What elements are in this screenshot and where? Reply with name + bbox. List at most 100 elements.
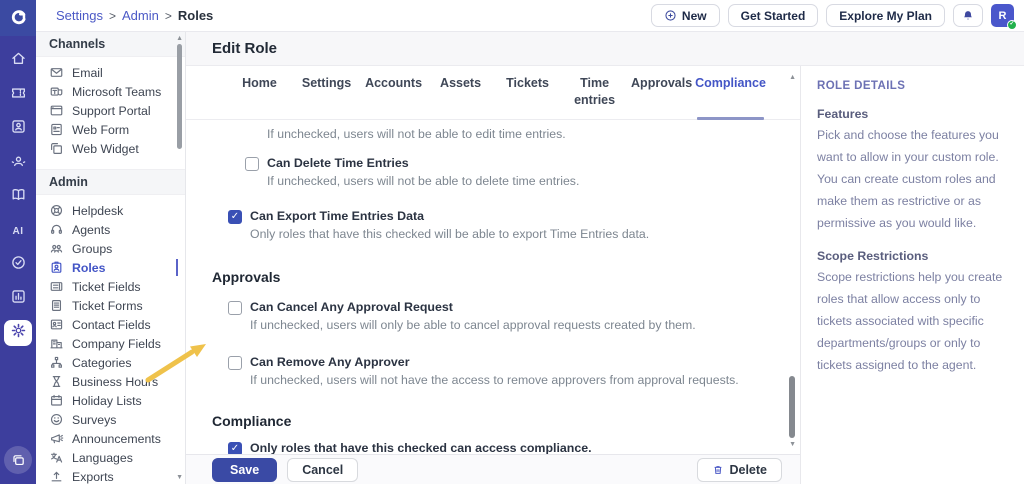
rail-item[interactable] [4, 286, 32, 312]
portal-icon [49, 103, 64, 118]
solutions-book-icon [10, 186, 27, 208]
edit-role-panel: Home Settings Accounts Assets Tickets Ti… [186, 66, 800, 484]
rail-item[interactable] [4, 150, 32, 176]
groups-icon [49, 241, 64, 256]
surveys-icon [49, 412, 64, 427]
sidebar-item[interactable]: Languages [36, 448, 185, 467]
sidebar-item[interactable]: Surveys [36, 410, 185, 429]
tab[interactable]: Settings [293, 75, 360, 119]
admin-list: Helpdesk Agents Groups Roles Ticket Fiel… [36, 195, 185, 484]
breadcrumb-separator: > [164, 8, 172, 23]
sidebar-item-label: Ticket Fields [72, 279, 141, 294]
sidebar-item[interactable]: Roles [36, 258, 185, 277]
sidebar-item[interactable]: Helpdesk [36, 201, 185, 220]
permission-row-cancel-approval: ✓ Can Cancel Any Approval Request If unc… [228, 300, 766, 334]
section-heading-compliance: Compliance [212, 412, 292, 429]
sidebar-item[interactable]: Company Fields [36, 334, 185, 353]
breadcrumb-admin[interactable]: Admin [122, 8, 159, 23]
tab[interactable]: Accounts [360, 75, 427, 119]
notifications-button[interactable] [953, 4, 983, 27]
bell-icon [964, 10, 972, 20]
delete-button[interactable]: Delete [697, 457, 782, 482]
breadcrumb-settings[interactable]: Settings [56, 8, 103, 23]
circle-plus-icon [665, 10, 676, 21]
sidebar-item-label: Web Widget [72, 141, 139, 156]
sidebar-item[interactable]: Groups [36, 239, 185, 258]
checkbox[interactable]: ✓ [245, 156, 259, 171]
rail-item[interactable] [4, 48, 32, 74]
teams-icon [49, 84, 64, 99]
rail-item[interactable] [4, 320, 32, 346]
main-scroll-down[interactable]: ▼ [789, 441, 796, 448]
ticket-fields-icon [49, 279, 64, 294]
tasks-check-icon [10, 254, 27, 276]
sidebar-item[interactable]: Contact Fields [36, 315, 185, 334]
rail-item[interactable] [4, 82, 32, 108]
main-scroll-up[interactable]: ▲ [789, 74, 796, 81]
business-hours-icon [49, 374, 64, 389]
rail-item[interactable]: AI [4, 218, 32, 244]
permission-row-remove-approver: ✓ Can Remove Any Approver If unchecked, … [228, 355, 766, 389]
cancel-button[interactable]: Cancel [287, 457, 359, 482]
app-window: AI Settings > Admin > Roles New Get Star… [0, 0, 1024, 484]
sidebar-item-label: Microsoft Teams [72, 84, 162, 99]
role-tabs: Home Settings Accounts Assets Tickets Ti… [186, 66, 800, 120]
get-started-button[interactable]: Get Started [727, 4, 819, 27]
main-scrollbar-thumb[interactable] [789, 376, 795, 438]
sidebar-item[interactable]: Exports [36, 467, 185, 484]
sidebar-item-label: Company Fields [72, 336, 161, 351]
ticket-forms-icon [49, 298, 64, 313]
checkbox[interactable]: ✓ [228, 356, 242, 371]
permission-desc: If unchecked, users will only be able to… [250, 317, 696, 332]
sidebar-item-label: Support Portal [72, 103, 151, 118]
sidebar-item[interactable]: Ticket Forms [36, 296, 185, 315]
tab[interactable]: Compliance [695, 75, 766, 120]
sidebar-item[interactable]: Categories [36, 353, 185, 372]
sidebar-item-label: Web Form [72, 122, 130, 137]
sidebar-scrollbar-thumb[interactable] [177, 44, 182, 149]
sidebar-item-label: Surveys [72, 412, 117, 427]
sidebar-scroll-down[interactable]: ▼ [176, 474, 183, 481]
sidebar-item[interactable]: Web Widget [36, 139, 185, 158]
tab[interactable]: Tickets [494, 75, 561, 119]
checkbox[interactable]: ✓ [228, 300, 242, 315]
exports-icon [49, 469, 64, 484]
company-fields-icon [49, 336, 64, 351]
sidebar-item[interactable]: Holiday Lists [36, 391, 185, 410]
tab[interactable]: Home [226, 75, 293, 119]
home-icon [10, 50, 27, 72]
breadcrumb-separator: > [108, 8, 116, 23]
tab[interactable]: Time entries [561, 75, 628, 119]
webform-icon [49, 122, 64, 137]
save-button[interactable]: Save [212, 457, 278, 482]
rail-item[interactable] [4, 252, 32, 278]
sidebar-item[interactable]: Ticket Fields [36, 277, 185, 296]
tab[interactable]: Approvals [628, 75, 695, 119]
sidebar-item[interactable]: Support Portal [36, 101, 185, 120]
freshservice-logo[interactable] [0, 0, 36, 36]
sidebar-item[interactable]: Business Hours [36, 372, 185, 391]
sidebar-item[interactable]: Email [36, 63, 185, 82]
check-icon: ✓ [230, 442, 240, 454]
sidebar-item[interactable]: Web Form [36, 120, 185, 139]
rail-item[interactable] [4, 116, 32, 142]
rail-item[interactable] [4, 184, 32, 210]
sidebar-item[interactable]: Microsoft Teams [36, 82, 185, 101]
user-avatar[interactable]: R ✓ [991, 4, 1017, 30]
sidebar-item-label: Categories [72, 355, 132, 370]
checkbox[interactable]: ✓ [228, 210, 242, 225]
help-chat-button[interactable] [4, 446, 32, 474]
tab[interactable]: Assets [427, 75, 494, 119]
explore-my-plan-button[interactable]: Explore My Plan [826, 4, 945, 27]
sidebar-item[interactable]: Announcements [36, 429, 185, 448]
sidebar-item-label: Roles [72, 260, 106, 275]
channels-list: Email Microsoft Teams Support Portal Web… [36, 57, 185, 160]
permission-row-export-time-entries: ✓ Can Export Time Entries Data Only role… [228, 209, 766, 243]
sidebar-item[interactable]: Agents [36, 220, 185, 239]
sidebar-item-label: Languages [72, 450, 133, 465]
headset-icon [49, 222, 64, 237]
sidebar-scroll-up[interactable]: ▲ [176, 35, 183, 42]
trash-icon [715, 465, 722, 474]
sidebar-item-label: Business Hours [72, 374, 159, 389]
new-button[interactable]: New [650, 4, 720, 27]
